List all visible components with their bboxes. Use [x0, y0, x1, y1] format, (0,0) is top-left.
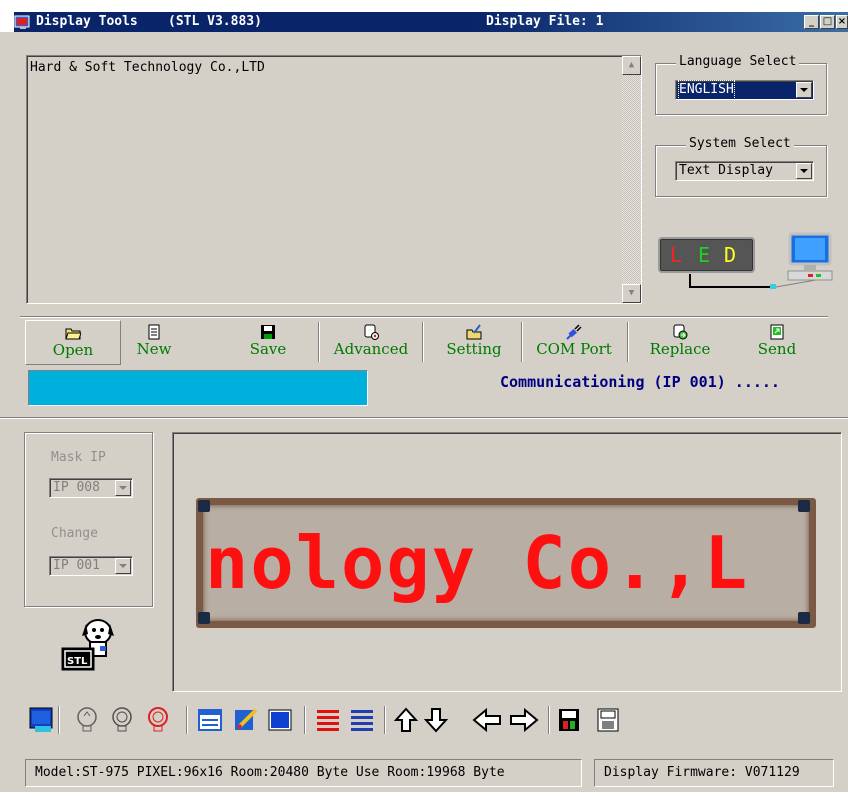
- language-select-legend: Language Select: [676, 54, 800, 69]
- com-port-label: COM Port: [536, 340, 612, 358]
- board-corner-screw: [198, 500, 210, 512]
- mask-ip-value: IP 008: [53, 480, 100, 495]
- title-bar[interactable]: [14, 12, 848, 32]
- model-info-panel: Model:ST-975 PIXEL:96x16 Room:20480 Byte…: [25, 759, 582, 787]
- open-button[interactable]: Open: [25, 320, 121, 365]
- computer-connection-icon: [689, 232, 833, 289]
- chevron-down-icon[interactable]: [796, 163, 812, 179]
- advanced-label: Advanced: [333, 340, 409, 358]
- mascot-badge-text: STL: [67, 656, 88, 667]
- board-corner-screw: [198, 612, 210, 624]
- window-title: Display Tools: [36, 14, 138, 29]
- window-version: (STL V3.883): [168, 14, 262, 29]
- chevron-down-icon[interactable]: [115, 558, 131, 574]
- save-button[interactable]: Save: [240, 320, 296, 365]
- board-corner-screw: [798, 612, 810, 624]
- toolbar-separator: [422, 322, 424, 362]
- arrow-up-icon[interactable]: [394, 706, 418, 734]
- blue-lines-icon[interactable]: [350, 706, 374, 734]
- scroll-down-button[interactable]: ▼: [622, 284, 641, 303]
- advanced-button[interactable]: Advanced: [326, 320, 416, 365]
- bulb-outline-icon[interactable]: [75, 706, 99, 734]
- folder-open-icon: [65, 328, 81, 340]
- replace-label: Replace: [649, 340, 711, 358]
- close-button[interactable]: ×: [836, 15, 848, 29]
- led-letter-l: L: [670, 243, 683, 267]
- icon-bar-separator: [548, 706, 550, 734]
- open-label: Open: [52, 341, 94, 359]
- section-divider: [0, 417, 848, 419]
- advanced-gear-icon: [364, 324, 379, 340]
- floppy-disk-icon: [261, 325, 275, 339]
- arrow-right-icon[interactable]: [509, 706, 539, 734]
- scroll-up-button[interactable]: ▲: [622, 56, 641, 75]
- message-text[interactable]: Hard & Soft Technology Co.,LTD: [30, 60, 265, 75]
- setting-label: Setting: [446, 340, 502, 358]
- icon-bar-separator: [304, 706, 306, 734]
- display-file-label: Display File: 1: [486, 14, 604, 29]
- chevron-down-icon[interactable]: [796, 82, 812, 98]
- save-label: Save: [249, 340, 287, 358]
- bulb-red-icon[interactable]: [146, 706, 170, 734]
- toolbar-top-divider: [20, 316, 828, 318]
- bulb-dim-icon[interactable]: [110, 706, 134, 734]
- new-document-icon: [148, 324, 160, 340]
- chevron-down-icon[interactable]: [115, 480, 131, 496]
- minimize-button[interactable]: _: [804, 15, 819, 29]
- language-dropdown[interactable]: ENGLISH: [675, 80, 814, 100]
- send-label: Send: [757, 340, 797, 358]
- send-button[interactable]: Send: [752, 320, 802, 365]
- replace-icon: [673, 324, 688, 340]
- icon-bar-separator: [384, 706, 386, 734]
- communication-status: Communicationing (IP 001) .....: [500, 373, 780, 391]
- language-value: ENGLISH: [678, 80, 735, 100]
- change-ip-dropdown[interactable]: IP 001: [49, 556, 133, 576]
- bottom-edge: [0, 792, 848, 796]
- message-text-area-inner: [27, 56, 623, 303]
- replace-button[interactable]: Replace: [638, 320, 722, 365]
- toolbar-separator: [521, 322, 523, 362]
- screen-effect-icon[interactable]: [29, 706, 53, 734]
- com-port-button[interactable]: COM Port: [528, 320, 620, 365]
- icon-bar-separator: [186, 706, 188, 734]
- system-select-legend: System Select: [686, 136, 794, 151]
- change-label: Change: [51, 526, 98, 541]
- vertical-scrollbar[interactable]: [622, 56, 641, 303]
- board-corner-screw: [798, 500, 810, 512]
- arrow-left-icon[interactable]: [472, 706, 502, 734]
- app-icon: [14, 15, 30, 29]
- firmware-panel: Display Firmware: V071129: [594, 759, 834, 787]
- bmp-save-icon[interactable]: [596, 706, 620, 734]
- new-button[interactable]: New: [129, 320, 179, 365]
- setting-button[interactable]: Setting: [432, 320, 516, 365]
- save-color-icon[interactable]: [557, 706, 581, 734]
- red-lines-icon[interactable]: [316, 706, 340, 734]
- toolbar-separator: [318, 322, 320, 362]
- edit-pen-icon[interactable]: [234, 706, 258, 734]
- progress-bar: [28, 370, 368, 406]
- maximize-button[interactable]: □: [820, 15, 835, 29]
- icon-bar-separator: [58, 706, 60, 734]
- com-port-plug-icon: [566, 324, 582, 340]
- mask-ip-dropdown[interactable]: IP 008: [49, 478, 133, 498]
- blue-block-icon[interactable]: [268, 706, 292, 734]
- led-preview-text: nology Co.,L: [205, 521, 750, 605]
- setting-icon: [466, 324, 482, 340]
- system-value: Text Display: [679, 163, 773, 178]
- mask-ip-label: Mask IP: [51, 450, 106, 465]
- window-frame-icon[interactable]: [198, 706, 222, 734]
- system-dropdown[interactable]: Text Display: [675, 161, 814, 181]
- new-label: New: [136, 340, 172, 358]
- send-icon: [770, 324, 784, 340]
- toolbar-separator: [627, 322, 629, 362]
- change-ip-value: IP 001: [53, 558, 100, 573]
- arrow-down-icon[interactable]: [424, 706, 448, 734]
